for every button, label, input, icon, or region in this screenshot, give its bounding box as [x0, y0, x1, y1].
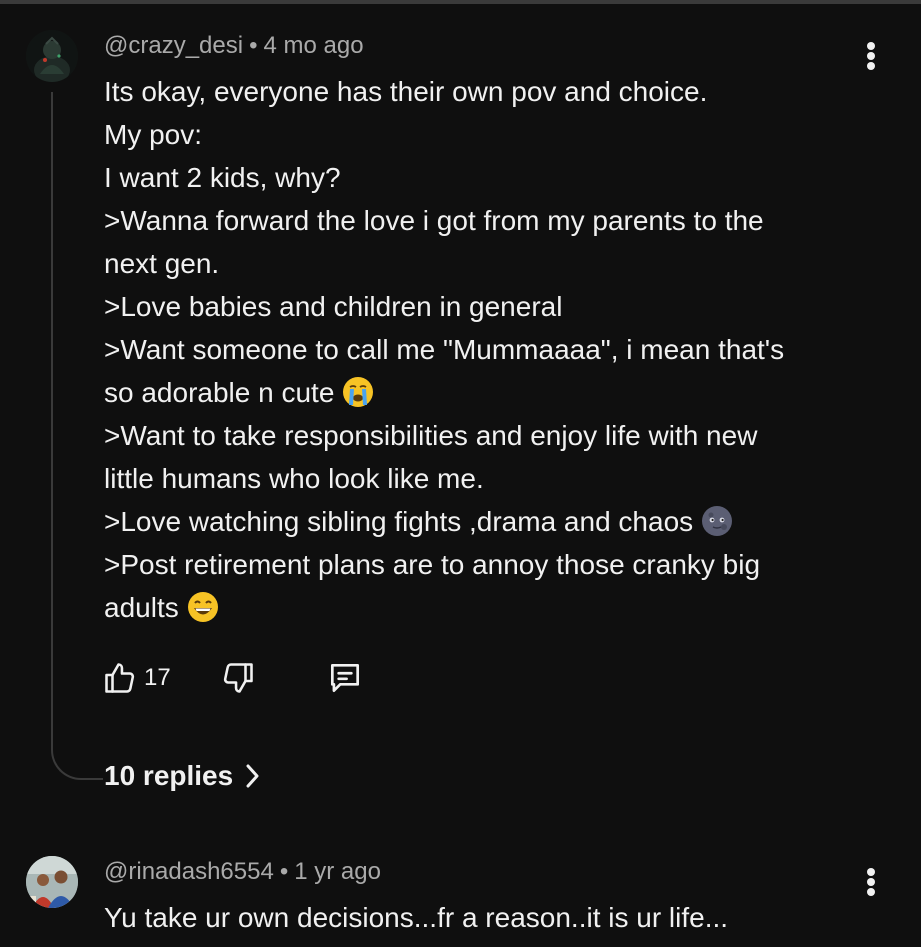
thumbs-down-icon [223, 663, 253, 693]
avatar[interactable] [26, 30, 78, 82]
comment-thread: @crazy_desi • 4 mo ago Its okay, everyone … [0, 0, 921, 830]
comment-line: My pov: [104, 119, 203, 150]
comment-icon [330, 663, 360, 693]
like-count: 17 [144, 664, 171, 691]
comment-line-text: >Love watching sibling fights ,drama and… [104, 506, 694, 537]
comment-line-with-emoji: adults [104, 586, 884, 629]
comment-line: I want 2 kids, why? [104, 162, 341, 193]
comment-line: >Wanna forward the love i got from my pa… [104, 205, 764, 236]
thread-connector-line [51, 92, 103, 780]
comment-body: Its okay, everyone has their own pov and… [104, 70, 884, 629]
comment-line-text: so adorable n cute [104, 377, 335, 408]
comment-timestamp: 4 mo ago [263, 32, 364, 59]
loudly-crying-face-emoji [343, 376, 374, 407]
reply-button[interactable] [326, 656, 364, 700]
comment-thread: @rinadash6554 • 1 yr ago Yu take ur own de… [0, 840, 921, 947]
comment-line: >Want to take responsibilities and enjoy… [104, 420, 758, 451]
avatar-image [26, 856, 78, 908]
new-moon-face-emoji [702, 505, 733, 536]
chevron-right-icon [246, 764, 259, 788]
comment-line: Its okay, everyone has their own pov and… [104, 76, 708, 107]
comment-line: >Love babies and children in general [104, 291, 563, 322]
avatar[interactable] [26, 856, 78, 908]
comment-body: Yu take ur own decisions...fr a reason..… [104, 902, 729, 933]
comment-line-with-emoji: >Love watching sibling fights ,drama and… [104, 500, 884, 543]
thumbs-up-icon [105, 663, 135, 693]
comment-line-text: adults [104, 592, 179, 623]
meta-separator: • [279, 858, 289, 885]
comment-author[interactable]: @crazy_desi [104, 32, 243, 59]
view-replies-button[interactable]: 10 replies [104, 760, 261, 792]
comment-line: >Want someone to call me "Mummaaaa", i m… [104, 334, 785, 365]
meta-separator: • [249, 32, 258, 59]
comment-line-with-emoji: so adorable n cute [104, 371, 884, 414]
replies-label: 10 replies [104, 760, 234, 791]
comment-meta: @crazy_desi • 4 mo ago [104, 32, 364, 60]
comment-line: little humans who look like me. [104, 463, 484, 494]
comment-meta: @rinadash6554 • 1 yr ago [104, 858, 381, 886]
comment-actions: 17 [102, 656, 402, 700]
avatar-image [26, 30, 78, 82]
comment-line: next gen. [104, 248, 220, 279]
grinning-face-emoji [187, 591, 218, 622]
comment-timestamp: 1 yr ago [294, 858, 381, 885]
dislike-button[interactable] [220, 656, 256, 700]
comment-author[interactable]: @rinadash6554 [104, 858, 274, 885]
comment-line: >Post retirement plans are to annoy thos… [104, 549, 761, 580]
like-button[interactable]: 17 [102, 656, 171, 700]
